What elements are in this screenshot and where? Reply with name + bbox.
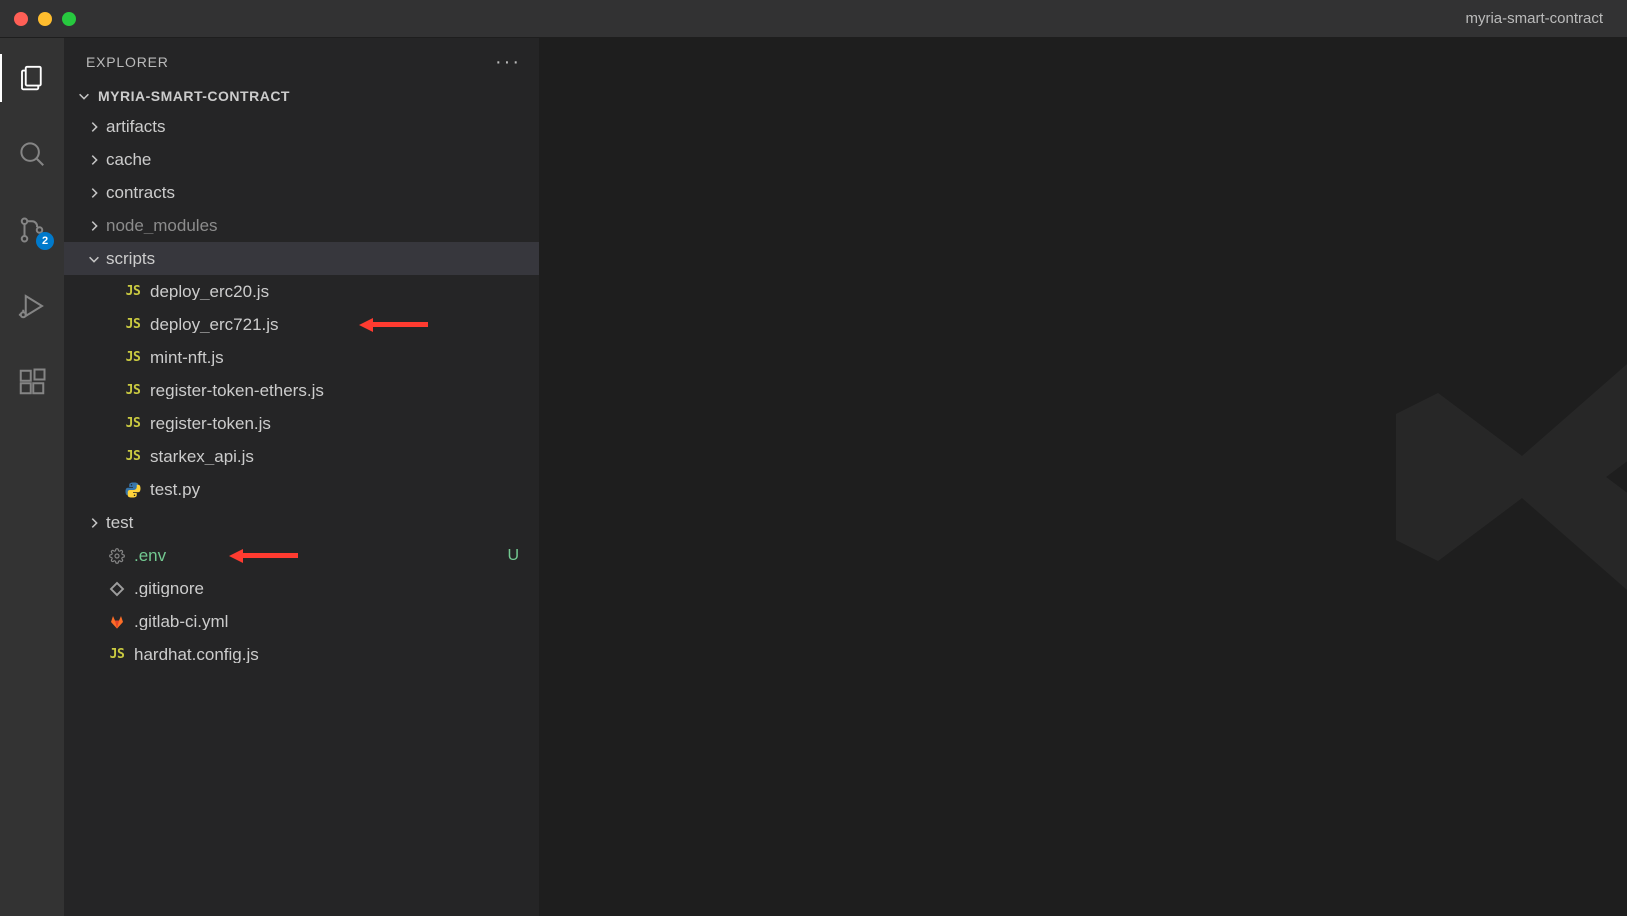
folder-cache[interactable]: cache [64, 143, 539, 176]
file-hardhat.config.js[interactable]: JS hardhat.config.js [64, 638, 539, 671]
file-label: deploy_erc721.js [150, 316, 527, 333]
file-register-token-ethers.js[interactable]: JS register-token-ethers.js [64, 374, 539, 407]
activity-search[interactable] [0, 128, 64, 180]
folder-contracts[interactable]: contracts [64, 176, 539, 209]
file-deploy_erc721.js[interactable]: JS deploy_erc721.js [64, 308, 539, 341]
file-label: scripts [106, 250, 527, 267]
file-label: .gitignore [134, 580, 527, 597]
folder-artifacts[interactable]: artifacts [64, 110, 539, 143]
file-deploy_erc20.js[interactable]: JS deploy_erc20.js [64, 275, 539, 308]
project-name: MYRIA-SMART-CONTRACT [98, 88, 290, 104]
file-test.py[interactable]: test.py [64, 473, 539, 506]
js-file-icon: JS [122, 413, 144, 435]
explorer-sidebar: Explorer ··· MYRIA-SMART-CONTRACT artifa… [64, 38, 539, 916]
scm-badge: 2 [36, 232, 54, 250]
project-header[interactable]: MYRIA-SMART-CONTRACT [64, 82, 539, 110]
chevron-down-icon [76, 88, 92, 104]
chevron-right-icon [86, 185, 102, 201]
file-label: deploy_erc20.js [150, 283, 527, 300]
file-label: .env [134, 547, 507, 564]
activity-extensions[interactable] [0, 356, 64, 408]
chevron-right-icon [86, 152, 102, 168]
run-debug-icon [17, 291, 47, 321]
sidebar-actions-icon[interactable]: ··· [495, 52, 521, 72]
close-window-button[interactable] [14, 12, 28, 26]
extensions-icon [17, 367, 47, 397]
chevron-right-icon [86, 218, 102, 234]
git-status-badge: U [507, 548, 527, 564]
title-bar: myria-smart-contract [0, 0, 1627, 38]
chevron-right-icon [86, 515, 102, 531]
file-label: mint-nft.js [150, 349, 527, 366]
file-label: register-token.js [150, 415, 527, 432]
python-file-icon [122, 479, 144, 501]
file-label: hardhat.config.js [134, 646, 527, 663]
folder-node_modules[interactable]: node_modules [64, 209, 539, 242]
file-label: test [106, 514, 527, 531]
gitlab-icon [106, 611, 128, 633]
file-label: cache [106, 151, 527, 168]
git-icon [106, 578, 128, 600]
js-file-icon: JS [122, 446, 144, 468]
file-label: register-token-ethers.js [150, 382, 527, 399]
maximize-window-button[interactable] [62, 12, 76, 26]
file-.gitignore[interactable]: .gitignore [64, 572, 539, 605]
file-label: test.py [150, 481, 527, 498]
folder-scripts[interactable]: scripts [64, 242, 539, 275]
file-mint-nft.js[interactable]: JS mint-nft.js [64, 341, 539, 374]
sidebar-header: Explorer ··· [64, 38, 539, 82]
chevron-down-icon [86, 251, 102, 267]
file-label: starkex_api.js [150, 448, 527, 465]
file-tree: artifacts cache contracts node_modulesscrip… [64, 110, 539, 671]
chevron-right-icon [86, 119, 102, 135]
files-icon [17, 63, 47, 93]
activity-source-control[interactable]: 2 [0, 204, 64, 256]
activity-explorer[interactable] [0, 52, 64, 104]
file-.gitlab-ci.yml[interactable]: .gitlab-ci.yml [64, 605, 539, 638]
file-.env[interactable]: .envU [64, 539, 539, 572]
editor-area [539, 38, 1627, 916]
sidebar-title: Explorer [86, 54, 169, 70]
js-file-icon: JS [122, 380, 144, 402]
file-label: artifacts [106, 118, 527, 135]
file-starkex_api.js[interactable]: JS starkex_api.js [64, 440, 539, 473]
minimize-window-button[interactable] [38, 12, 52, 26]
file-label: .gitlab-ci.yml [134, 613, 527, 630]
js-file-icon: JS [122, 281, 144, 303]
file-label: contracts [106, 184, 527, 201]
search-icon [17, 139, 47, 169]
file-label: node_modules [106, 217, 527, 234]
js-file-icon: JS [122, 347, 144, 369]
js-file-icon: JS [106, 644, 128, 666]
js-file-icon: JS [122, 314, 144, 336]
folder-test[interactable]: test [64, 506, 539, 539]
file-register-token.js[interactable]: JS register-token.js [64, 407, 539, 440]
activity-bar: 2 [0, 38, 64, 916]
gear-icon [106, 545, 128, 567]
activity-run-debug[interactable] [0, 280, 64, 332]
window-title: myria-smart-contract [1465, 10, 1603, 27]
traffic-lights [0, 12, 76, 26]
vscode-watermark-icon [1375, 267, 1627, 687]
